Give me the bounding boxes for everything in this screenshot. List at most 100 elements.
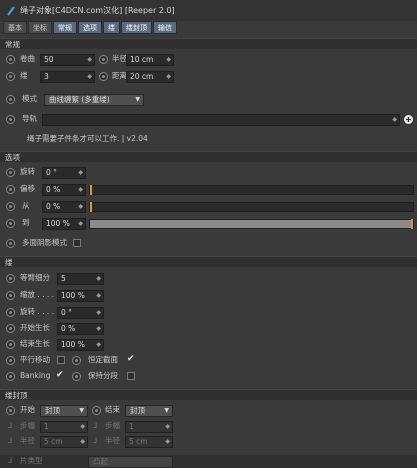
spinner-icon[interactable]: ◆: [392, 115, 397, 125]
start-radius-label: 半径: [20, 436, 35, 445]
multi-checkbox[interactable]: [73, 239, 81, 247]
scale-value: 100 %: [61, 291, 85, 300]
radius-value: 10 cm: [130, 55, 154, 64]
start-radius-field[interactable]: 5 cm ◆: [40, 436, 88, 448]
spinner-icon[interactable]: ◆: [80, 422, 85, 432]
tab-output[interactable]: 输信: [153, 21, 177, 34]
keep-seg-checkbox[interactable]: [127, 372, 135, 380]
offset-slider[interactable]: [89, 185, 414, 195]
banking-anim-radio[interactable]: [6, 372, 15, 381]
strand-rotate-anim-radio[interactable]: [6, 308, 15, 317]
end-steps-field[interactable]: 1 ◆: [125, 421, 173, 433]
strands-anim-radio[interactable]: [6, 72, 15, 81]
spinner-icon[interactable]: ◆: [96, 274, 101, 284]
start-growth-field[interactable]: 0 % ◆: [57, 323, 104, 335]
rotate-anim-radio[interactable]: [6, 168, 15, 177]
twist-label: 卷曲: [20, 54, 35, 63]
from-field[interactable]: 0 % ◆: [42, 201, 86, 213]
to-slider[interactable]: [89, 219, 414, 229]
distance-value: 20 cm: [130, 72, 154, 81]
end-cap-anim-radio[interactable]: [92, 406, 101, 415]
tab-coords[interactable]: 坐标: [28, 21, 52, 34]
end-growth-anim-radio[interactable]: [6, 340, 15, 349]
spinner-icon[interactable]: ◆: [78, 219, 83, 229]
to-field[interactable]: 100 % ◆: [42, 218, 86, 230]
subdiv-field[interactable]: 5 ◆: [57, 273, 104, 285]
spinner-icon[interactable]: ◆: [96, 291, 101, 301]
strand-rotate-field[interactable]: 0 ° ◆: [57, 307, 104, 319]
multi-label: 多面阴影模式: [22, 238, 67, 247]
offset-label: 偏移: [20, 184, 35, 193]
tab-basic[interactable]: 基本: [3, 21, 27, 34]
start-cap-anim-radio[interactable]: [6, 406, 15, 415]
twist-anim-radio[interactable]: [6, 55, 15, 64]
spinner-icon[interactable]: ◆: [166, 55, 171, 65]
to-slider-knob[interactable]: [411, 219, 413, 229]
multi-anim-radio[interactable]: [6, 239, 15, 248]
guide-anim-radio[interactable]: [6, 115, 15, 124]
banking-checkbox[interactable]: ✔: [56, 371, 64, 380]
end-radius-label: 半径: [105, 436, 120, 445]
end-radius-field[interactable]: 5 cm ◆: [125, 436, 173, 448]
spinner-icon[interactable]: ◆: [166, 72, 171, 82]
cap-type-dropdown[interactable]: 凸起: [88, 456, 173, 468]
spinner-icon[interactable]: ◆: [87, 55, 92, 65]
cap-type-label: 片类型: [20, 456, 43, 465]
guide-link-field[interactable]: ◆: [42, 114, 400, 126]
end-growth-field[interactable]: 100 % ◆: [57, 339, 104, 351]
spinner-icon[interactable]: ◆: [80, 437, 85, 447]
tab-strands[interactable]: 缕: [103, 21, 120, 34]
mode-anim-radio[interactable]: [6, 95, 15, 104]
offset-field[interactable]: 0 % ◆: [42, 184, 86, 196]
spinner-icon[interactable]: ◆: [165, 437, 170, 447]
end-cap-label: 结束: [105, 405, 120, 414]
scale-anim-radio[interactable]: [6, 291, 15, 300]
constant-label: 恒定截面: [88, 355, 118, 364]
subdiv-anim-radio[interactable]: [6, 274, 15, 283]
scale-field[interactable]: 100 % ◆: [57, 290, 104, 302]
constant-checkbox[interactable]: ✔: [127, 355, 135, 364]
radius-field[interactable]: 10 cm ◆: [126, 54, 174, 66]
start-growth-anim-radio[interactable]: [6, 324, 15, 333]
parallel-checkbox[interactable]: [57, 356, 65, 364]
radius-anim-radio[interactable]: [99, 55, 108, 64]
section-general: 常规: [0, 38, 417, 49]
spinner-icon[interactable]: ◆: [87, 72, 92, 82]
spinner-icon[interactable]: ◆: [96, 324, 101, 334]
parallel-label: 平行移动: [20, 355, 50, 364]
keep-seg-anim-radio[interactable]: [72, 372, 81, 381]
tab-general[interactable]: 常规: [53, 21, 77, 34]
distance-field[interactable]: 20 cm ◆: [126, 71, 174, 83]
spinner-icon[interactable]: ◆: [78, 185, 83, 195]
chevron-down-icon: ▼: [79, 407, 84, 414]
strands-field[interactable]: 3 ◆: [40, 71, 95, 83]
to-anim-radio[interactable]: [6, 219, 15, 228]
tab-options[interactable]: 选项: [78, 21, 102, 34]
spinner-icon[interactable]: ◆: [96, 340, 101, 350]
start-steps-field[interactable]: 1 ◆: [40, 421, 88, 433]
title-bar: 绳子对象[C4DCN.com汉化] [Reeper 2.0]: [0, 0, 417, 21]
spinner-icon[interactable]: ◆: [96, 308, 101, 318]
spinner-icon[interactable]: ◆: [78, 168, 83, 178]
spinner-icon[interactable]: ◆: [165, 422, 170, 432]
link-icon: ⅃: [8, 421, 13, 430]
from-anim-radio[interactable]: [6, 202, 15, 211]
end-cap-dropdown[interactable]: 封顶 ▼: [125, 405, 173, 417]
link-icon: ⅃: [93, 436, 98, 445]
distance-anim-radio[interactable]: [99, 72, 108, 81]
from-slider[interactable]: [89, 202, 414, 212]
parallel-anim-radio[interactable]: [6, 356, 15, 365]
pick-target-icon[interactable]: [403, 114, 414, 125]
guide-label: 导轨: [22, 114, 37, 123]
rotate-field[interactable]: 0 ° ◆: [42, 167, 86, 179]
rope-icon: [7, 5, 15, 16]
offset-slider-knob[interactable]: [90, 185, 92, 195]
constant-anim-radio[interactable]: [72, 356, 81, 365]
start-cap-dropdown[interactable]: 封顶 ▼: [40, 405, 88, 417]
twist-field[interactable]: 50 ◆: [40, 54, 95, 66]
tab-caps[interactable]: 缕封顶: [121, 21, 152, 34]
from-slider-knob[interactable]: [90, 202, 92, 212]
spinner-icon[interactable]: ◆: [78, 202, 83, 212]
offset-anim-radio[interactable]: [6, 185, 15, 194]
mode-dropdown[interactable]: 曲线缠絮 (多重缕) ▼: [44, 94, 144, 106]
